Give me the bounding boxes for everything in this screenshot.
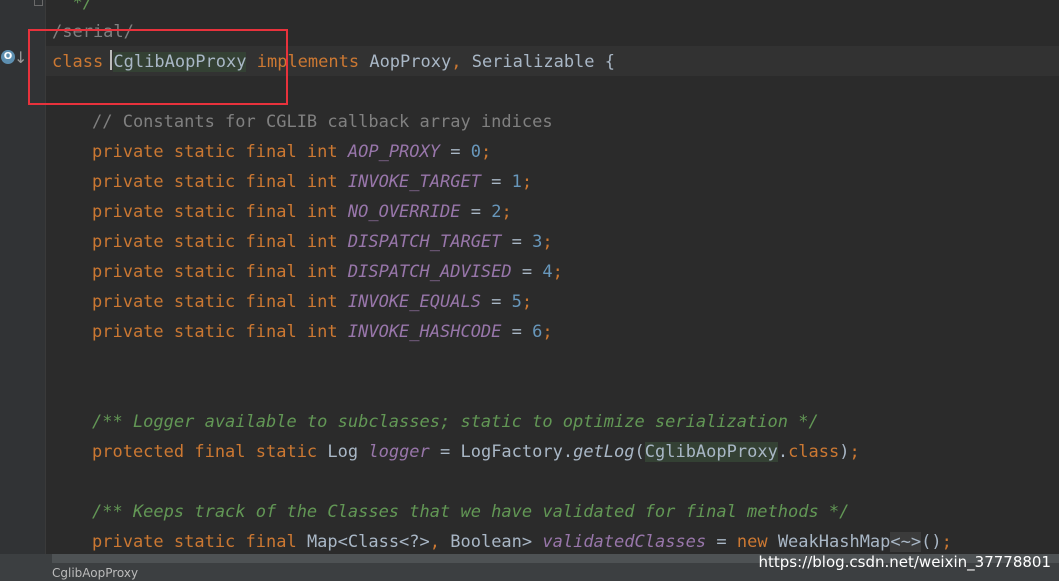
number-literal: 3 (532, 232, 543, 252)
const-aop-proxy-line[interactable]: private static final int AOP_PROXY = 0; (92, 137, 491, 167)
identifier-token: AopProxy (359, 52, 452, 72)
keyword-token: ; (480, 142, 492, 162)
highlight-annotation-box (28, 29, 288, 105)
number-literal: 2 (491, 202, 502, 222)
keyword-token: ; (849, 442, 860, 462)
constant-name: NO_OVERRIDE (347, 202, 461, 222)
keyword-token: private static final int (92, 322, 348, 342)
identifier-token: = (480, 172, 512, 192)
keyword-token: ; (542, 322, 553, 342)
const-invoke-hashcode-line[interactable]: private static final int INVOKE_HASHCODE… (92, 317, 553, 347)
constants-comment-line[interactable]: // Constants for CGLIB callback array in… (92, 107, 553, 137)
number-literal: 0 (470, 142, 481, 162)
keyword-token: ; (542, 232, 553, 252)
field-name: logger (368, 442, 430, 462)
identifier-token: = (511, 262, 543, 282)
fold-toggle-icon[interactable] (34, 0, 43, 6)
identifier-token: = (706, 532, 737, 552)
validated-doc-comment-line[interactable]: /** Keeps track of the Classes that we h… (92, 497, 849, 527)
comment-text: // Constants for CGLIB callback array in… (92, 112, 553, 132)
keyword-token: class (788, 442, 840, 462)
number-literal: 6 (532, 322, 543, 342)
identifier-token: WeakHashMap (777, 532, 891, 552)
constant-name: AOP_PROXY (347, 142, 440, 162)
keyword-token: private static final (92, 532, 307, 552)
identifier-token: = (440, 142, 471, 162)
keyword-token: new (736, 532, 778, 552)
keyword-token: ; (501, 202, 512, 222)
number-literal: 5 (511, 292, 522, 312)
keyword-token: private static final int (92, 262, 348, 282)
identifier-token: () (921, 532, 942, 552)
identifier-token: ) (839, 442, 850, 462)
constant-name: INVOKE_EQUALS (347, 292, 481, 312)
constant-name: DISPATCH_ADVISED (347, 262, 512, 282)
constant-name: INVOKE_TARGET (347, 172, 481, 192)
constant-name: INVOKE_HASHCODE (347, 322, 502, 342)
identifier-token: . (777, 442, 789, 462)
number-literal: 4 (542, 262, 553, 282)
identifier-token: Serializable { (471, 52, 615, 72)
doc-comment-text: */ (52, 0, 93, 13)
const-no-override-line[interactable]: private static final int NO_OVERRIDE = 2… (92, 197, 512, 227)
identifier-token: = LogFactory. (429, 442, 574, 462)
top-comment-line[interactable]: */ (52, 0, 93, 18)
identifier-token: = (501, 322, 533, 342)
method-call-name: getLog (573, 442, 635, 462)
keyword-token: private static final int (92, 202, 348, 222)
identifier-token: = (460, 202, 492, 222)
doc-comment-text: /** Keeps track of the Classes that we h… (92, 502, 850, 522)
const-dispatch-target-line[interactable]: private static final int DISPATCH_TARGET… (92, 227, 553, 257)
identifier-token: Boolean> (450, 532, 543, 552)
keyword-token: ; (521, 172, 533, 192)
keyword-token: private static final int (92, 172, 348, 192)
constant-name: DISPATCH_TARGET (347, 232, 502, 252)
keyword-token: private static final int (92, 232, 348, 252)
number-literal: 1 (511, 172, 522, 192)
keyword-token: , (429, 532, 451, 552)
identifier-token: Log (327, 442, 369, 462)
field-name: validatedClasses (542, 532, 707, 552)
keyword-token: ; (552, 262, 563, 282)
keyword-token: private static final int (92, 142, 348, 162)
breadcrumb[interactable]: CglibAopProxy (52, 566, 138, 581)
const-dispatch-advised-line[interactable]: private static final int DISPATCH_ADVISE… (92, 257, 563, 287)
identifier-token: Map<Class<?> (306, 532, 430, 552)
keyword-token: private static final int (92, 292, 348, 312)
identifier-token: = (480, 292, 512, 312)
keyword-token: ; (521, 292, 533, 312)
keyword-token: ; (941, 532, 952, 552)
implements-interface-icon[interactable]: O (1, 50, 15, 64)
navigate-down-arrow-icon[interactable]: ↓ (14, 48, 27, 68)
logger-doc-comment-line[interactable]: /** Logger available to subclasses; stat… (92, 407, 819, 437)
const-invoke-equals-line[interactable]: private static final int INVOKE_EQUALS =… (92, 287, 532, 317)
logger-field-line[interactable]: protected final static Log logger = LogF… (92, 437, 860, 467)
watermark-text: https://blog.csdn.net/weixin_37778801 (758, 553, 1051, 571)
folded-region: <~> (890, 532, 922, 552)
keyword-token: protected final static (92, 442, 328, 462)
doc-comment-text: /** Logger available to subclasses; stat… (92, 412, 819, 432)
highlighted-usage: CglibAopProxy (644, 442, 778, 462)
identifier-token: ( (634, 442, 645, 462)
identifier-token: = (501, 232, 533, 252)
const-invoke-target-line[interactable]: private static final int INVOKE_TARGET =… (92, 167, 532, 197)
keyword-token: , (451, 52, 472, 72)
